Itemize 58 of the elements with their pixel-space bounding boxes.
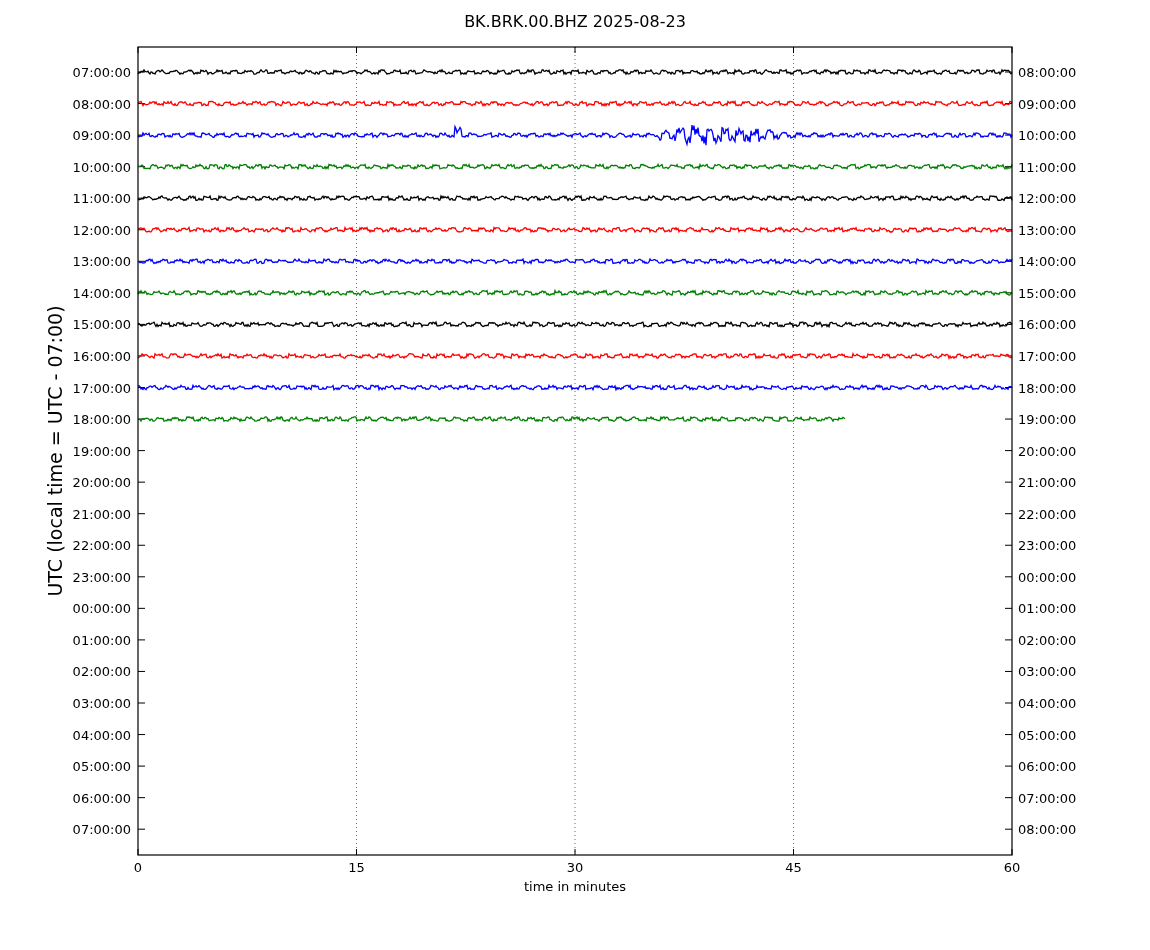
y-tick-label: 06:00:00 bbox=[1018, 759, 1077, 775]
y-tick-label: 01:00:00 bbox=[72, 632, 131, 648]
y-tick-label: 16:00:00 bbox=[1018, 317, 1077, 333]
x-tick-label: 60 bbox=[1003, 860, 1021, 875]
y-tick-label: 10:00:00 bbox=[72, 159, 131, 175]
y-tick-label: 10:00:00 bbox=[1018, 128, 1077, 144]
y-tick-label: 13:00:00 bbox=[1018, 222, 1077, 238]
y-tick-label: 06:00:00 bbox=[72, 790, 131, 806]
y-tick-label: 08:00:00 bbox=[1018, 65, 1077, 80]
y-tick-label: 05:00:00 bbox=[72, 759, 131, 775]
x-tick-label: 30 bbox=[566, 860, 584, 875]
y-tick-label: 18:00:00 bbox=[72, 412, 131, 428]
y-tick-label: 19:00:00 bbox=[72, 443, 131, 459]
y-tick-label: 22:00:00 bbox=[1018, 506, 1077, 522]
y-tick-label: 03:00:00 bbox=[72, 696, 131, 711]
y-tick-label: 20:00:00 bbox=[72, 475, 131, 491]
y-tick-label: 14:00:00 bbox=[72, 285, 131, 301]
y-tick-label: 20:00:00 bbox=[1018, 443, 1077, 459]
y-tick-label: 07:00:00 bbox=[72, 65, 131, 80]
y-axis-title: UTC (local time = UTC - 07:00) bbox=[44, 305, 66, 597]
y-tick-label: 03:00:00 bbox=[1018, 664, 1077, 680]
y-tick-label: 09:00:00 bbox=[72, 128, 131, 144]
y-tick-label: 09:00:00 bbox=[1018, 96, 1077, 112]
y-tick-label: 22:00:00 bbox=[72, 538, 131, 554]
y-tick-label: 00:00:00 bbox=[1018, 569, 1077, 585]
y-tick-label: 11:00:00 bbox=[72, 191, 131, 207]
y-tick-label: 11:00:00 bbox=[1018, 159, 1077, 175]
y-tick-label: 02:00:00 bbox=[1018, 632, 1077, 648]
y-tick-label: 23:00:00 bbox=[72, 569, 131, 585]
y-tick-label: 15:00:00 bbox=[1018, 285, 1077, 301]
x-tick-label: 15 bbox=[348, 860, 365, 875]
y-tick-label: 17:00:00 bbox=[72, 380, 131, 396]
y-tick-label: 02:00:00 bbox=[72, 664, 131, 680]
y-tick-label: 04:00:00 bbox=[72, 727, 131, 743]
chart-title: BK.BRK.00.BHZ 2025-08-23 bbox=[464, 12, 686, 31]
y-tick-label: 08:00:00 bbox=[72, 96, 131, 112]
x-axis-title: time in minutes bbox=[523, 879, 627, 894]
y-tick-label: 23:00:00 bbox=[1018, 538, 1077, 554]
y-tick-label: 14:00:00 bbox=[1018, 254, 1077, 270]
y-tick-label: 08:00:00 bbox=[1018, 822, 1077, 838]
y-tick-label: 05:00:00 bbox=[1018, 727, 1077, 743]
x-tick-label: 45 bbox=[785, 860, 802, 875]
y-tick-label: 01:00:00 bbox=[1018, 601, 1077, 617]
y-tick-label: 19:00:00 bbox=[1018, 412, 1077, 428]
y-tick-label: 12:00:00 bbox=[72, 222, 131, 238]
y-tick-label: 00:00:00 bbox=[72, 601, 131, 617]
x-tick-label: 0 bbox=[133, 860, 143, 875]
y-tick-label: 12:00:00 bbox=[1018, 191, 1077, 207]
y-tick-label: 07:00:00 bbox=[1018, 790, 1077, 806]
y-tick-label: 04:00:00 bbox=[1018, 696, 1077, 711]
y-tick-label: 15:00:00 bbox=[72, 317, 131, 333]
y-tick-label: 13:00:00 bbox=[72, 254, 131, 270]
y-tick-label: 16:00:00 bbox=[72, 348, 131, 364]
y-tick-label: 18:00:00 bbox=[1018, 380, 1077, 396]
y-tick-label: 07:00:00 bbox=[72, 822, 131, 838]
y-tick-label: 17:00:00 bbox=[1018, 348, 1077, 364]
y-tick-label: 21:00:00 bbox=[1018, 475, 1077, 491]
y-tick-label: 21:00:00 bbox=[72, 506, 131, 522]
